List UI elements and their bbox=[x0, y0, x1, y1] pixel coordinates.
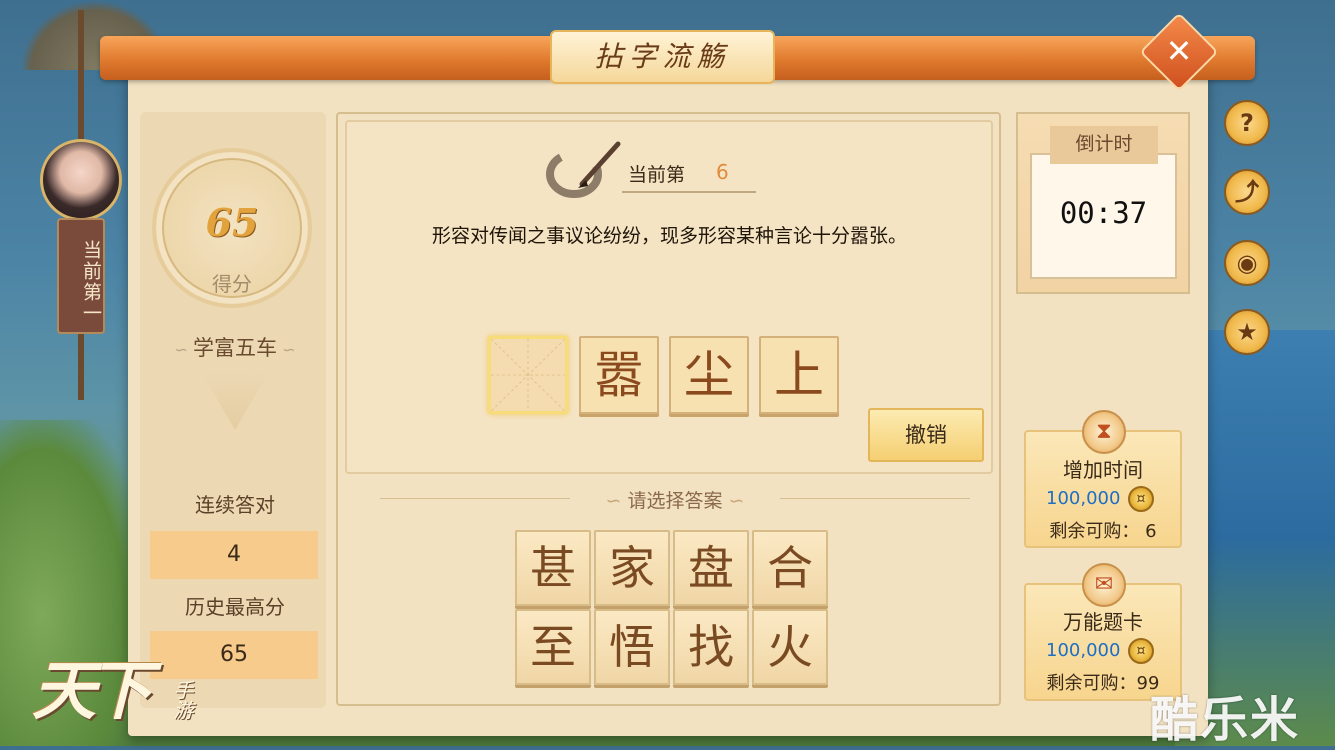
swirl-right-icon: ∽ bbox=[722, 490, 745, 512]
timer-label: 倒计时 bbox=[1050, 126, 1158, 164]
view-button[interactable]: ◉ bbox=[1224, 240, 1270, 286]
answer-slot-2[interactable]: 嚣 bbox=[579, 336, 659, 414]
score-label: 得分 bbox=[212, 272, 252, 296]
logo-sub-text: 手游 bbox=[170, 680, 194, 720]
choice-6[interactable]: 悟 bbox=[594, 609, 670, 685]
undo-button[interactable]: 撤销 bbox=[868, 408, 984, 462]
streak-value: 4 bbox=[150, 531, 318, 579]
best-score-label: 历史最高分 bbox=[185, 595, 285, 619]
current-underline bbox=[622, 191, 756, 193]
rank-badge-button[interactable]: ★ bbox=[1224, 309, 1270, 355]
coin-icon: ¤ bbox=[1128, 638, 1154, 664]
shop-add-time-remain: 剩余可购： 6 bbox=[1049, 521, 1157, 542]
scroll-card-icon: ✉ bbox=[1082, 563, 1126, 607]
choose-answer-text: 请选择答案 bbox=[627, 490, 723, 512]
streak-label: 连续答对 bbox=[195, 493, 275, 517]
grid-guide-icon bbox=[491, 339, 565, 412]
coin-icon: ¤ bbox=[1128, 486, 1154, 512]
brush-icon bbox=[546, 141, 621, 198]
current-question-label: 当前第 bbox=[628, 164, 686, 186]
choice-4[interactable]: 合 bbox=[752, 530, 828, 606]
shop-universal-card-title: 万能题卡 bbox=[1063, 610, 1143, 634]
logo-main-text: 天下 bbox=[32, 654, 152, 729]
swirl-left-icon: ∽ bbox=[174, 340, 193, 359]
answer-slot-4[interactable]: 上 bbox=[759, 336, 839, 414]
game-logo: 天下 手游 bbox=[18, 640, 208, 740]
choice-2[interactable]: 家 bbox=[594, 530, 670, 606]
watermark: 酷乐米 bbox=[1150, 692, 1301, 748]
score-value: 65 bbox=[205, 200, 259, 245]
choice-7[interactable]: 找 bbox=[673, 609, 749, 685]
timer-value: 00:37 bbox=[1059, 196, 1148, 230]
choice-5[interactable]: 至 bbox=[515, 609, 591, 685]
swirl-left-icon: ∽ bbox=[605, 490, 628, 512]
player-avatar[interactable] bbox=[40, 139, 122, 221]
current-rank-banner: 当前第一 bbox=[57, 218, 105, 334]
window-title: 拈字流觞 bbox=[550, 30, 775, 84]
question-text: 形容对传闻之事议论纷纷，现多形容某种言论十分嚣张。 bbox=[432, 225, 908, 247]
choice-1[interactable]: 甚 bbox=[515, 530, 591, 606]
choose-answer-prompt: ∽ 请选择答案 ∽ bbox=[380, 486, 970, 513]
answer-slot-1[interactable] bbox=[488, 336, 568, 414]
share-button[interactable]: ⤴ bbox=[1224, 169, 1270, 215]
hourglass-icon: ⧗ bbox=[1082, 410, 1126, 454]
choice-8[interactable]: 火 bbox=[752, 609, 828, 685]
rank-title: ∽ 学富五车 ∽ bbox=[150, 332, 320, 362]
help-button[interactable]: ? bbox=[1224, 100, 1270, 146]
choice-3[interactable]: 盘 bbox=[673, 530, 749, 606]
current-question-number: 6 bbox=[716, 160, 729, 184]
rank-title-text: 学富五车 bbox=[193, 336, 277, 360]
answer-slot-3[interactable]: 尘 bbox=[669, 336, 749, 414]
shop-universal-card-price: 100,000 bbox=[1046, 640, 1121, 661]
shop-add-time-title: 增加时间 bbox=[1063, 458, 1143, 482]
swirl-right-icon: ∽ bbox=[277, 340, 296, 359]
shop-add-time-price: 100,000 bbox=[1046, 488, 1121, 509]
